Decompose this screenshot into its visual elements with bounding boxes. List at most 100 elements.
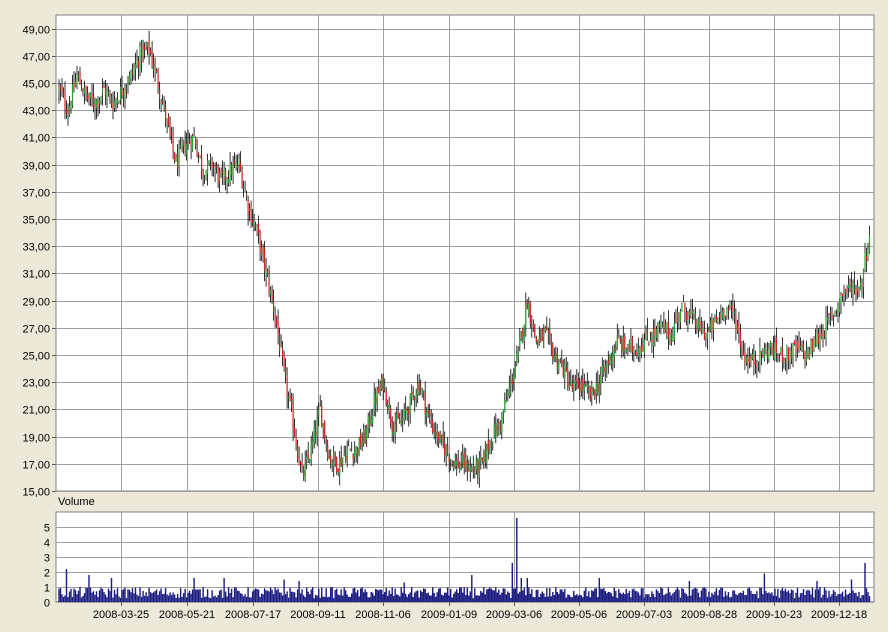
candle-body <box>586 384 588 387</box>
volume-bar <box>346 594 348 602</box>
candle-body <box>643 339 645 354</box>
candle-body <box>777 355 779 358</box>
candle-body <box>162 101 164 104</box>
volume-bar <box>110 578 113 602</box>
candle-body <box>847 284 850 289</box>
candle-body <box>483 450 485 463</box>
volume-bar <box>364 589 366 602</box>
volume-bar <box>337 594 339 602</box>
volume-bar <box>672 593 674 602</box>
volume-bar <box>370 592 372 602</box>
volume-bar <box>532 596 534 602</box>
x-tick-label: 2009-07-03 <box>616 609 672 621</box>
volume-bar <box>250 597 252 602</box>
candle-body <box>837 308 839 311</box>
volume-bar <box>283 579 285 602</box>
candle-body <box>832 315 835 319</box>
volume-bar <box>58 588 60 602</box>
candle-body <box>853 283 856 285</box>
volume-bar <box>664 594 667 602</box>
volume-bar <box>415 591 417 602</box>
volume-bar <box>309 594 311 602</box>
volume-bar <box>340 589 342 602</box>
volume-bar <box>820 597 823 602</box>
candle-body <box>318 409 320 416</box>
volume-bar <box>486 589 488 602</box>
volume-bar <box>438 588 440 602</box>
candle-body <box>469 466 471 472</box>
candle-body <box>642 345 644 352</box>
volume-bar <box>62 596 65 602</box>
candle-body <box>409 393 411 414</box>
candle-body <box>379 387 381 391</box>
candle-body <box>101 88 104 94</box>
candle-body <box>727 308 729 311</box>
volume-bar <box>224 591 227 602</box>
candle-body <box>679 310 681 322</box>
volume-bar <box>376 589 378 602</box>
volume-bar <box>595 588 597 602</box>
volume-bar <box>450 589 452 602</box>
candle-body <box>375 397 377 405</box>
volume-bar <box>445 592 447 602</box>
volume-bar <box>397 595 399 602</box>
volume-bar <box>125 598 128 602</box>
volume-bar <box>712 594 715 602</box>
volume-bar <box>399 596 401 602</box>
volume-bar <box>266 590 269 602</box>
volume-bar <box>631 589 634 602</box>
candle-body <box>436 431 438 437</box>
price-y-tick-label: 37,00 <box>22 188 50 200</box>
volume-bar <box>257 589 260 602</box>
candle-body <box>178 148 180 167</box>
volume-bar <box>190 593 192 602</box>
candle-body <box>621 339 623 351</box>
candle-body <box>369 415 371 426</box>
candle-body <box>252 220 254 223</box>
candle-body <box>583 383 585 392</box>
candle-body <box>342 457 344 465</box>
candle-body <box>85 85 87 95</box>
candle-body <box>810 340 812 353</box>
volume-bar <box>714 591 716 602</box>
volume-bar <box>586 596 588 602</box>
candle-body <box>324 421 326 438</box>
candle-body <box>358 437 360 457</box>
volume-bar <box>226 596 228 602</box>
volume-bar <box>382 594 384 602</box>
candle-body <box>597 382 599 392</box>
volume-bar <box>68 591 71 602</box>
volume-bar <box>604 591 606 602</box>
volume-bar <box>67 597 69 602</box>
candle-body <box>231 164 233 176</box>
volume-bar <box>172 592 174 602</box>
volume-bar <box>230 588 233 602</box>
candle-body <box>229 163 231 182</box>
volume-bar <box>717 595 719 602</box>
candle-body <box>684 303 686 313</box>
candle-body <box>634 352 636 356</box>
candle-body <box>748 356 750 363</box>
volume-bar <box>101 589 104 602</box>
candle-body <box>130 71 132 79</box>
candle-body <box>415 394 417 399</box>
volume-bar <box>303 595 305 602</box>
candle-body <box>793 340 796 345</box>
candle-body <box>508 386 510 396</box>
candle-body <box>631 337 633 352</box>
volume-bar <box>523 587 525 602</box>
candle-body <box>846 287 848 293</box>
volume-bar <box>507 591 509 602</box>
candle-body <box>113 100 116 108</box>
volume-bar <box>107 588 110 602</box>
volume-bar <box>74 590 77 602</box>
volume-bar <box>840 593 842 602</box>
candle-body <box>412 391 414 395</box>
volume-bar <box>176 593 179 602</box>
candle-body <box>388 404 390 412</box>
candle-body <box>277 320 279 335</box>
candle-body <box>697 318 699 329</box>
candle-body <box>562 360 564 376</box>
candle-body <box>205 170 207 181</box>
candle-body <box>729 302 731 307</box>
